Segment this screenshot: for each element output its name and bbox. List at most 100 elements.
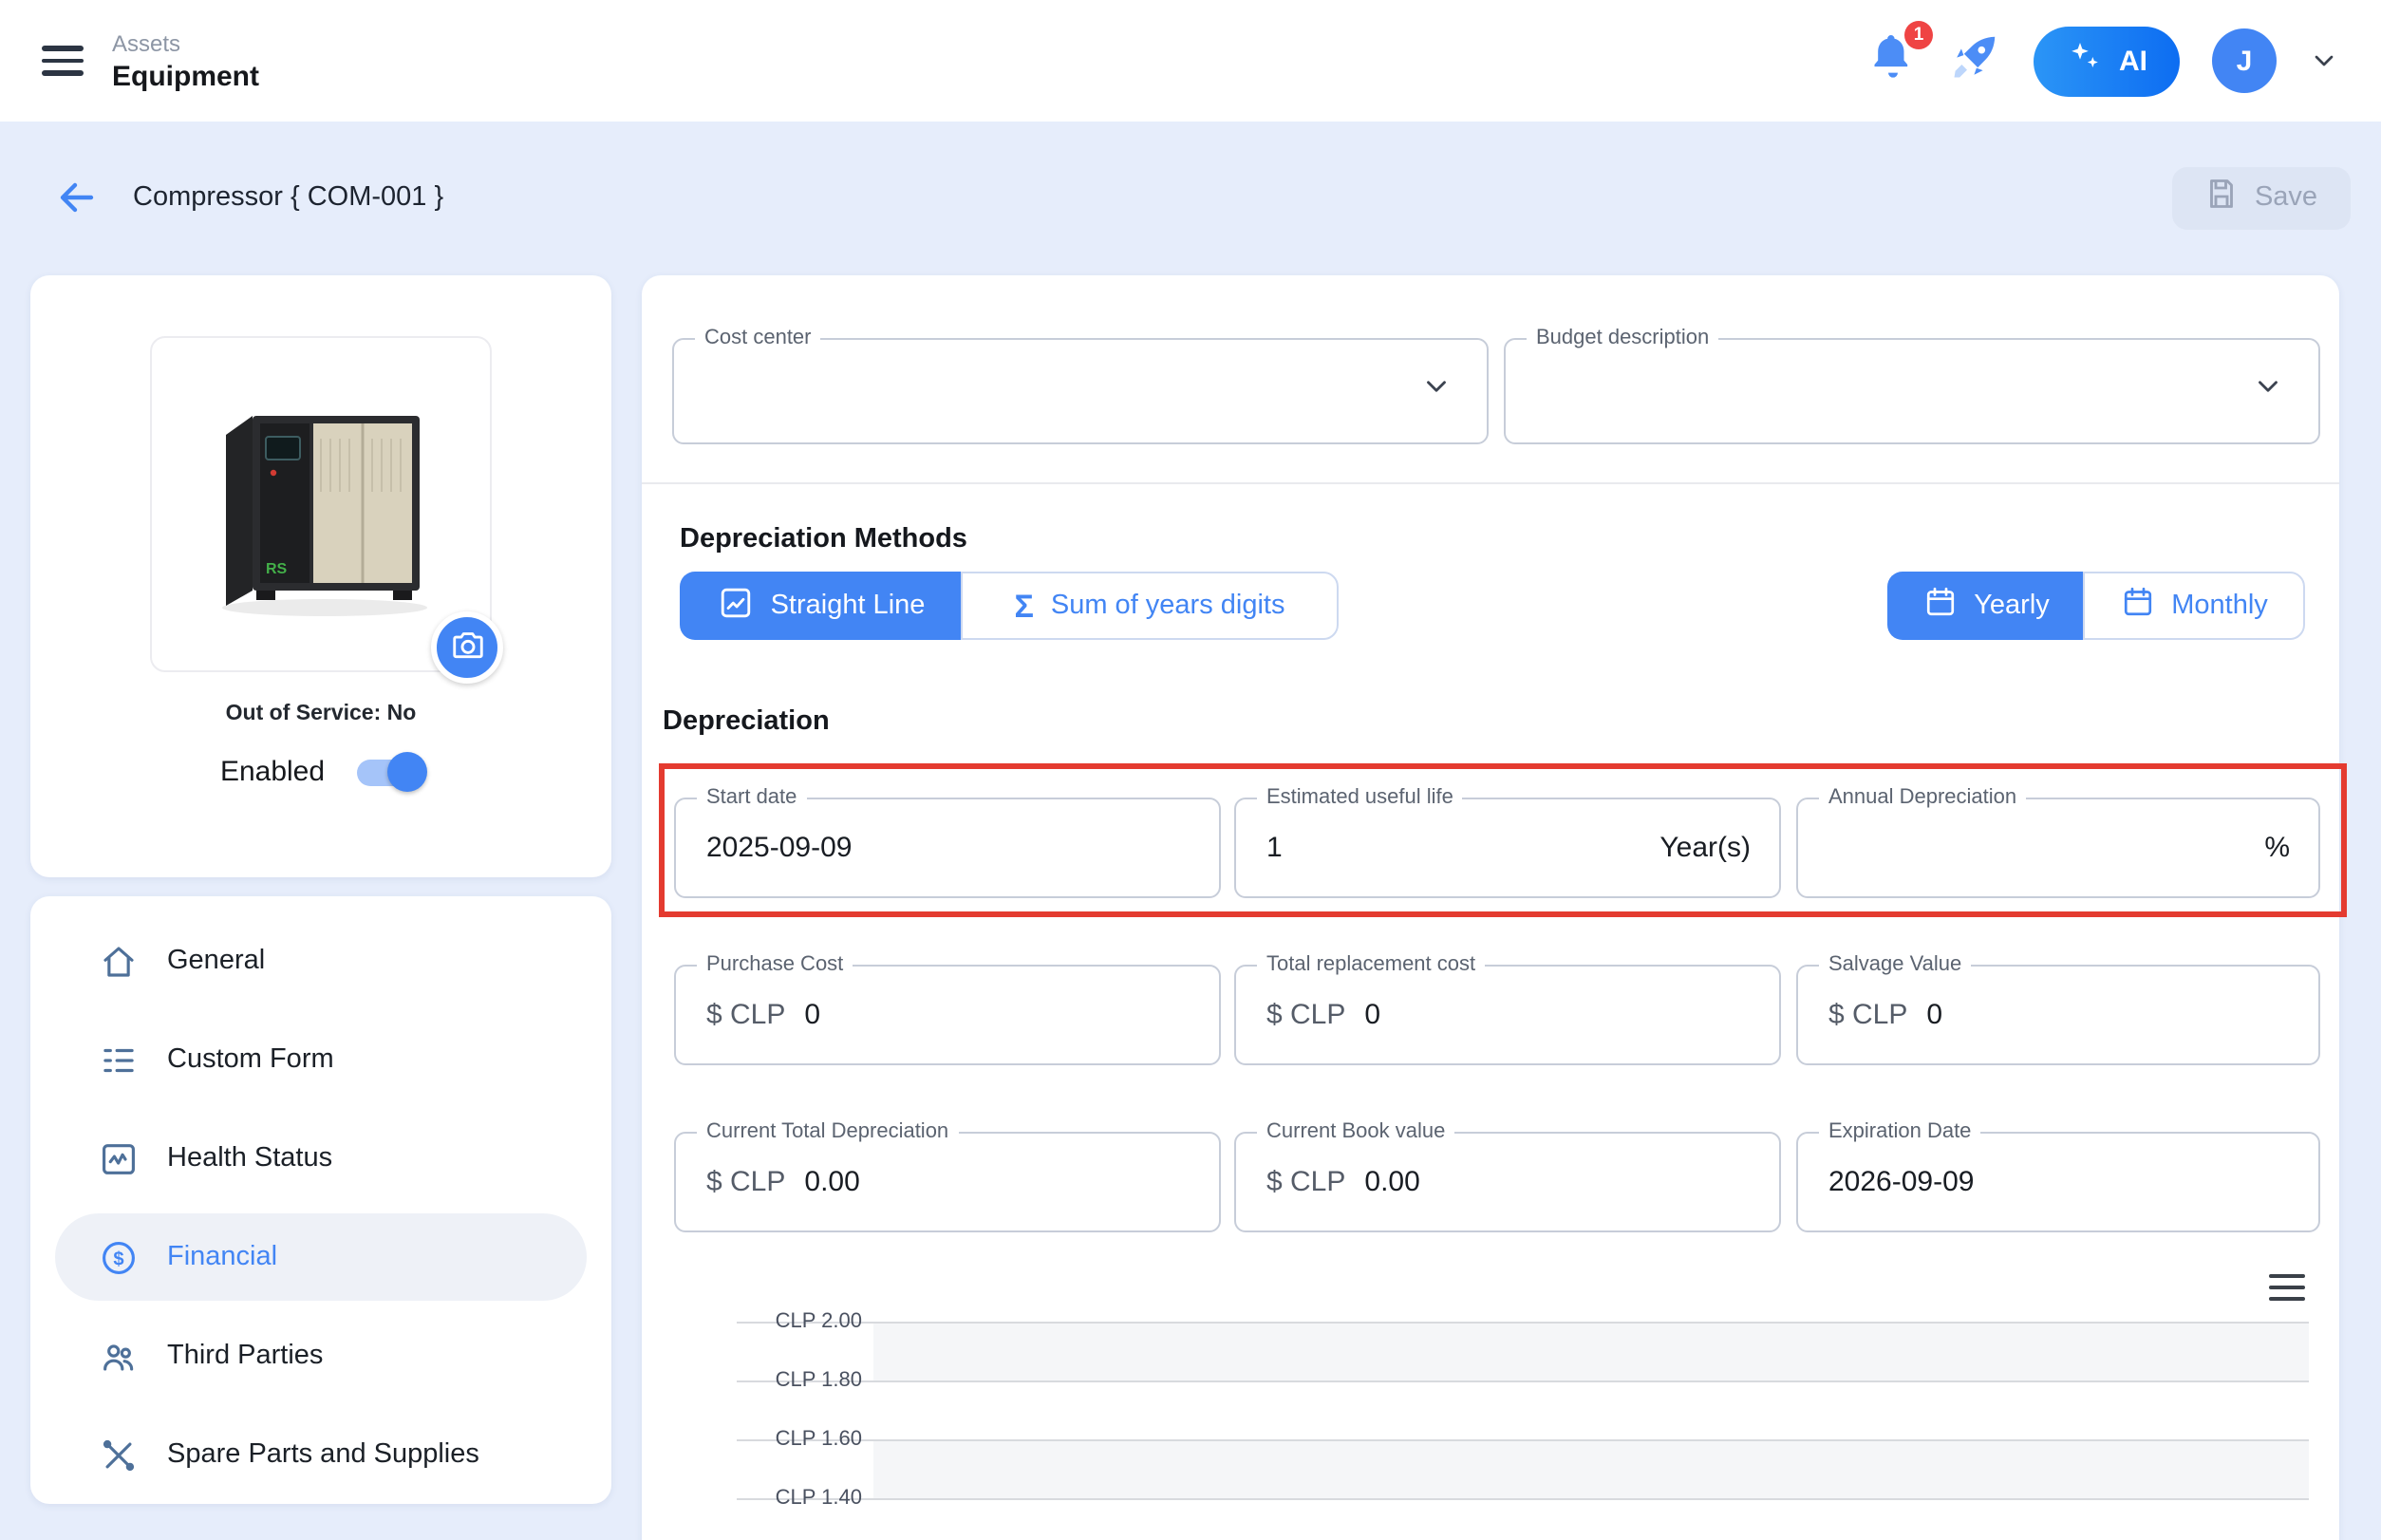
financial-panel: Cost center Budget description Depreciat… (642, 275, 2339, 1540)
sidebar-item-label: General (167, 946, 265, 976)
method-straight-line-button[interactable]: Straight Line (680, 572, 961, 640)
notification-badge: 1 (1904, 20, 1933, 48)
currency-prefix: $ CLP (1266, 1166, 1345, 1198)
sidebar-item-general[interactable]: General (30, 911, 611, 1010)
y-axis-tick: CLP 2.00 (718, 1310, 862, 1333)
svg-text:RS: RS (266, 561, 288, 577)
chart-gridline (737, 1322, 2309, 1324)
divider (642, 482, 2339, 484)
chart-gridline (737, 1439, 2309, 1441)
budget-description-label: Budget description (1527, 327, 1718, 349)
current-total-depreciation-field[interactable]: Current Total Depreciation $ CLP 0.00 (674, 1132, 1221, 1232)
ai-button-label: AI (2119, 45, 2147, 77)
sidebar-item-health-status[interactable]: Health Status (30, 1109, 611, 1208)
purchase-cost-field[interactable]: Purchase Cost $ CLP 0 (674, 965, 1221, 1065)
home-icon (99, 941, 139, 981)
ai-button[interactable]: AI (2034, 26, 2180, 96)
breadcrumb-section: Assets (112, 29, 259, 56)
chevron-down-icon (1420, 370, 1453, 412)
y-axis-tick: CLP 1.40 (718, 1487, 862, 1510)
trend-chart-icon (718, 584, 754, 628)
chart-menu-icon[interactable] (2269, 1274, 2305, 1301)
annual-depreciation-field[interactable]: Annual Depreciation % (1796, 798, 2320, 898)
notifications-button[interactable]: 1 (1868, 31, 1918, 90)
sidebar-item-spare-parts[interactable]: Spare Parts and Supplies (30, 1405, 611, 1504)
method-label: Straight Line (771, 591, 926, 621)
calendar-icon (2120, 585, 2154, 627)
sidebar-item-custom-form[interactable]: Custom Form (30, 1010, 611, 1109)
cost-center-label: Cost center (695, 327, 821, 349)
compressor-illustration: RS (180, 359, 461, 649)
sidebar-item-label: Spare Parts and Supplies (167, 1439, 479, 1470)
asset-toolbar: Compressor { COM-001 } Save (0, 160, 2381, 235)
field-suffix: % (2264, 799, 2290, 896)
enabled-label: Enabled (220, 756, 325, 788)
useful-life-field[interactable]: Estimated useful life 1 Year(s) (1234, 798, 1781, 898)
form-icon (99, 1040, 139, 1080)
camera-button[interactable] (431, 611, 503, 684)
svg-text:$: $ (113, 1248, 123, 1268)
app-viewport: Assets Equipment 1 (0, 0, 2381, 1540)
period-label: Monthly (2171, 591, 2268, 621)
method-toggle-group: Straight Line Σ Sum of years digits (680, 572, 1339, 640)
rocket-icon (1950, 30, 2001, 91)
field-value: 0.00 (1364, 1166, 1419, 1198)
total-replacement-cost-field[interactable]: Total replacement cost $ CLP 0 (1234, 965, 1781, 1065)
top-bar-actions: 1 AI J (1868, 26, 2339, 96)
chart-band (873, 1439, 2309, 1498)
menu-icon[interactable] (42, 46, 84, 76)
currency-prefix: $ CLP (1266, 999, 1345, 1031)
current-book-value-field[interactable]: Current Book value $ CLP 0.00 (1234, 1132, 1781, 1232)
sidebar-item-label: Third Parties (167, 1341, 323, 1371)
field-label: Annual Depreciation (1819, 786, 2026, 809)
method-sum-of-years-button[interactable]: Σ Sum of years digits (961, 572, 1339, 640)
currency-prefix: $ CLP (706, 999, 785, 1031)
start-date-field[interactable]: Start date 2025-09-09 (674, 798, 1221, 898)
save-icon (2205, 177, 2240, 218)
y-axis-tick: CLP 1.60 (718, 1428, 862, 1451)
period-label: Yearly (1974, 591, 2050, 621)
chevron-down-icon[interactable] (2309, 46, 2339, 76)
currency-prefix: $ CLP (706, 1166, 785, 1198)
enabled-toggle[interactable] (357, 759, 422, 785)
salvage-value-field[interactable]: Salvage Value $ CLP 0 (1796, 965, 2320, 1065)
toggle-knob (387, 752, 427, 792)
sidebar-item-financial[interactable]: $ Financial (55, 1213, 587, 1301)
cost-center-select[interactable]: Cost center (672, 338, 1489, 444)
health-chart-icon (99, 1138, 139, 1178)
field-label: Estimated useful life (1257, 786, 1463, 809)
field-suffix: Year(s) (1659, 799, 1751, 896)
sparkle-icon (2066, 38, 2104, 84)
out-of-service-label: Out of Service: No (30, 703, 611, 725)
field-value: 0 (1364, 999, 1380, 1031)
asset-image: RS (150, 336, 492, 672)
page-title: Equipment (112, 60, 259, 92)
depreciation-section-title: Depreciation (663, 706, 830, 737)
people-icon (99, 1336, 139, 1376)
avatar[interactable]: J (2212, 28, 2277, 93)
field-value: 0.00 (804, 1166, 859, 1198)
asset-section-nav: General Custom Form Health Status $ Fina… (30, 896, 611, 1504)
back-button[interactable] (53, 175, 99, 220)
save-button[interactable]: Save (2172, 166, 2351, 229)
chart-band (873, 1322, 2309, 1380)
sidebar-item-third-parties[interactable]: Third Parties (30, 1306, 611, 1405)
period-yearly-button[interactable]: Yearly (1887, 572, 2083, 640)
period-toggle-group: Yearly Monthly (1887, 572, 2305, 640)
sigma-icon: Σ (1014, 590, 1033, 622)
tools-icon (99, 1435, 139, 1474)
expiration-date-field[interactable]: Expiration Date 2026-09-09 (1796, 1132, 2320, 1232)
sidebar-item-label: Financial (167, 1242, 277, 1272)
save-button-label: Save (2255, 182, 2317, 213)
sidebar-item-label: Health Status (167, 1143, 332, 1174)
dollar-icon: $ (99, 1237, 139, 1277)
period-monthly-button[interactable]: Monthly (2083, 572, 2305, 640)
currency-prefix: $ CLP (1828, 999, 1907, 1031)
field-value: 1 (1266, 832, 1283, 864)
rocket-button[interactable] (1950, 30, 2001, 91)
field-value: 2026-09-09 (1828, 1166, 1974, 1198)
asset-summary-card: RS Out of Service: No Enabled (30, 275, 611, 877)
field-value: 0 (1926, 999, 1942, 1031)
budget-description-select[interactable]: Budget description (1504, 338, 2320, 444)
top-bar: Assets Equipment 1 (0, 0, 2381, 122)
